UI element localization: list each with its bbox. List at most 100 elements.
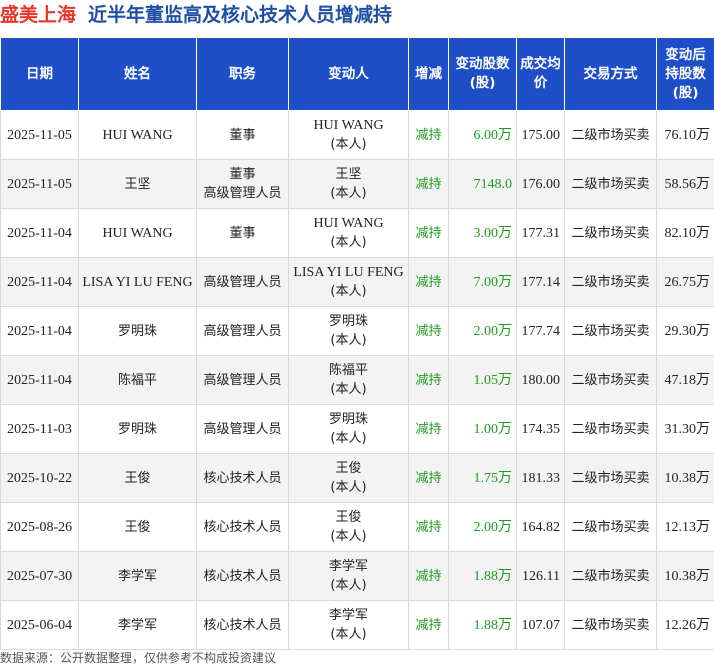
changer-name: HUI WANG — [313, 216, 384, 231]
trade-method-cell: 二级市场买卖 — [564, 551, 657, 601]
name-cell: 王俊 — [78, 502, 197, 552]
direction-cell: 减持 — [408, 600, 449, 650]
holding-after-cell: 29.30万 — [656, 306, 714, 356]
shares-change-cell: 6.00万 — [448, 110, 517, 160]
table-row: 2025-10-22 王俊 核心技术人员 王俊 (本人) 减持 1.75万 181.33 二级市… — [0, 453, 714, 503]
table-body: 2025-11-05 HUI WANG 董事 HUI WANG (本人) 减持 6.00万 1… — [0, 110, 714, 650]
shares-change-cell: 7148.0 — [448, 159, 517, 209]
trade-method-cell: 二级市场买卖 — [564, 404, 657, 454]
direction-cell: 减持 — [408, 208, 449, 258]
name-cell: LISA YI LU FENG — [78, 257, 197, 307]
role-label: 高级管理人员 — [203, 274, 282, 290]
changer-name: 李学军 — [328, 608, 368, 623]
changer-relation: (本人) — [330, 431, 367, 446]
shares-change-cell: 1.88万 — [448, 551, 517, 601]
changer-relation: (本人) — [330, 284, 367, 299]
shares-change-cell: 1.00万 — [448, 404, 517, 454]
column-header-role: 职务 — [196, 37, 289, 111]
changer-name: 王俊 — [335, 461, 362, 476]
changer-name: 罗明珠 — [328, 412, 368, 427]
role-cell: 核心技术人员 — [196, 502, 289, 552]
direction-cell: 减持 — [408, 502, 449, 552]
holding-after-cell: 10.38万 — [656, 453, 714, 503]
avg-price-cell: 126.11 — [516, 551, 565, 601]
column-header-method: 交易方式 — [564, 37, 657, 111]
trade-method-cell: 二级市场买卖 — [564, 355, 657, 405]
column-header-changer-line: 变动人 — [328, 65, 369, 82]
role-cell: 董事 高级管理人员 — [196, 159, 289, 209]
changer-cell: HUI WANG (本人) — [288, 208, 409, 258]
date-cell: 2025-11-05 — [0, 159, 79, 209]
name-cell: 李学军 — [78, 551, 197, 601]
date-cell: 2025-11-04 — [0, 257, 79, 307]
role-cell: 核心技术人员 — [196, 453, 289, 503]
changer-cell: 王俊 (本人) — [288, 502, 409, 552]
column-header-date-line: 日期 — [26, 65, 53, 82]
holding-after-cell: 31.30万 — [656, 404, 714, 454]
role-label: 董事 — [229, 127, 256, 143]
changer-cell: 李学军 (本人) — [288, 600, 409, 650]
changer-name: 王俊 — [335, 510, 362, 525]
role-label: 核心技术人员 — [203, 470, 282, 486]
trade-method-cell: 二级市场买卖 — [564, 600, 657, 650]
name-cell: 王俊 — [78, 453, 197, 503]
table-row: 2025-11-04 HUI WANG 董事 HUI WANG (本人) 减持 3.00万 1… — [0, 208, 714, 258]
column-header-direction-line: 增减 — [415, 65, 442, 82]
direction-cell: 减持 — [408, 355, 449, 405]
changer-relation: (本人) — [330, 235, 367, 250]
table-row: 2025-11-04 LISA YI LU FENG 高级管理人员 LISA YI L… — [0, 257, 714, 307]
shares-change-cell: 1.05万 — [448, 355, 517, 405]
name-cell: 王坚 — [78, 159, 197, 209]
column-header-date: 日期 — [0, 37, 79, 111]
changer-cell: 王俊 (本人) — [288, 453, 409, 503]
date-cell: 2025-06-04 — [0, 600, 79, 650]
column-header-role-line: 职务 — [229, 65, 256, 82]
role-cell: 高级管理人员 — [196, 404, 289, 454]
changer-name: LISA YI LU FENG — [293, 265, 404, 280]
role-cell: 高级管理人员 — [196, 257, 289, 307]
role-label: 高级管理人员 — [203, 372, 282, 388]
column-header-price-line: 成交 — [520, 56, 548, 72]
table-row: 2025-06-04 李学军 核心技术人员 李学军 (本人) 减持 1.88万 107.07 二… — [0, 600, 714, 650]
role-label: 核心技术人员 — [203, 519, 282, 535]
shares-change-cell: 3.00万 — [448, 208, 517, 258]
changer-relation: (本人) — [330, 333, 367, 348]
date-cell: 2025-11-03 — [0, 404, 79, 454]
avg-price-cell: 176.00 — [516, 159, 565, 209]
role-cell: 高级管理人员 — [196, 355, 289, 405]
trade-method-cell: 二级市场买卖 — [564, 502, 657, 552]
column-header-holding: 变动后持股数 (股) — [656, 37, 714, 111]
data-source-note: 数据来源：公开数据整理，仅供参考不构成投资建议 — [0, 651, 277, 665]
table-header-row: 日期 姓名 职务 变动人 增减 变动股数 (股) 成交均价 交易方式 变动后持股数… — [0, 37, 714, 111]
changer-name: HUI WANG — [313, 118, 384, 133]
changer-relation: (本人) — [330, 137, 367, 152]
direction-cell: 减持 — [408, 551, 449, 601]
avg-price-cell: 107.07 — [516, 600, 565, 650]
holding-after-cell: 10.38万 — [656, 551, 714, 601]
role-label: 核心技术人员 — [203, 568, 282, 584]
holding-after-cell: 82.10万 — [656, 208, 714, 258]
column-header-price: 成交均价 — [516, 37, 565, 111]
changer-relation: (本人) — [330, 480, 367, 495]
direction-cell: 减持 — [408, 306, 449, 356]
role-cell: 董事 — [196, 110, 289, 160]
holding-after-cell: 58.56万 — [656, 159, 714, 209]
name-cell: HUI WANG — [78, 110, 197, 160]
trade-method-cell: 二级市场买卖 — [564, 257, 657, 307]
holding-after-cell: 47.18万 — [656, 355, 714, 405]
role-label: 董事 — [229, 167, 256, 182]
changer-cell: 罗明珠 (本人) — [288, 404, 409, 454]
direction-cell: 减持 — [408, 159, 449, 209]
changer-cell: LISA YI LU FENG (本人) — [288, 257, 409, 307]
date-cell: 2025-07-30 — [0, 551, 79, 601]
column-header-method-line: 交易方式 — [583, 65, 638, 82]
avg-price-cell: 175.00 — [516, 110, 565, 160]
role-label: 高级管理人员 — [203, 421, 282, 437]
table-row: 2025-11-04 陈福平 高级管理人员 陈福平 (本人) 减持 1.05万 180.00 二… — [0, 355, 714, 405]
changer-relation: (本人) — [330, 578, 367, 593]
insider-trading-table: 日期 姓名 职务 变动人 增减 变动股数 (股) 成交均价 交易方式 变动后持股数… — [0, 37, 714, 650]
date-cell: 2025-10-22 — [0, 453, 79, 503]
trade-method-cell: 二级市场买卖 — [564, 110, 657, 160]
holding-after-cell: 12.26万 — [656, 600, 714, 650]
avg-price-cell: 180.00 — [516, 355, 565, 405]
